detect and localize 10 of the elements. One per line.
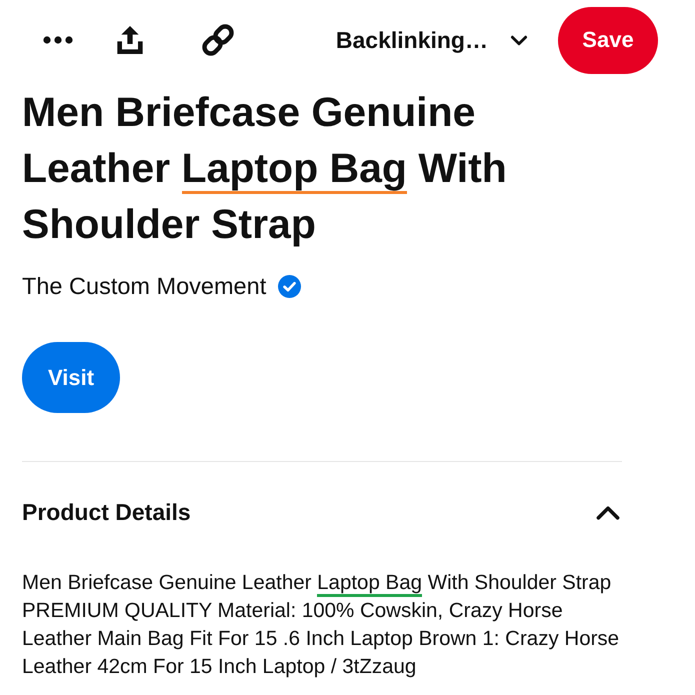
author-name[interactable]: The Custom Movement <box>22 271 266 301</box>
pin-title: Men Briefcase Genuine Leather Laptop Bag With Shoulder Strap <box>22 88 508 249</box>
section-title: Product Details <box>22 498 191 526</box>
chevron-icon <box>595 504 621 520</box>
caret-icon <box>510 34 528 46</box>
more-icon <box>43 36 73 44</box>
board-select[interactable]: Backlinking… <box>336 26 528 54</box>
product-description: Men Briefcase Genuine Leather Laptop Bag With Shoulder Strap PREMIUM QUALITY Material: 100% Cowskin, Crazy Horse Leather Main Bag Fit For 15 .6 Inch Laptop Brown 1: Crazy Horse Leather 42cm For 15 Inch Laptop / 3tZzaug <box>22 570 620 680</box>
save-button[interactable]: Save <box>558 6 658 74</box>
visit-button[interactable]: Visit <box>22 342 120 413</box>
